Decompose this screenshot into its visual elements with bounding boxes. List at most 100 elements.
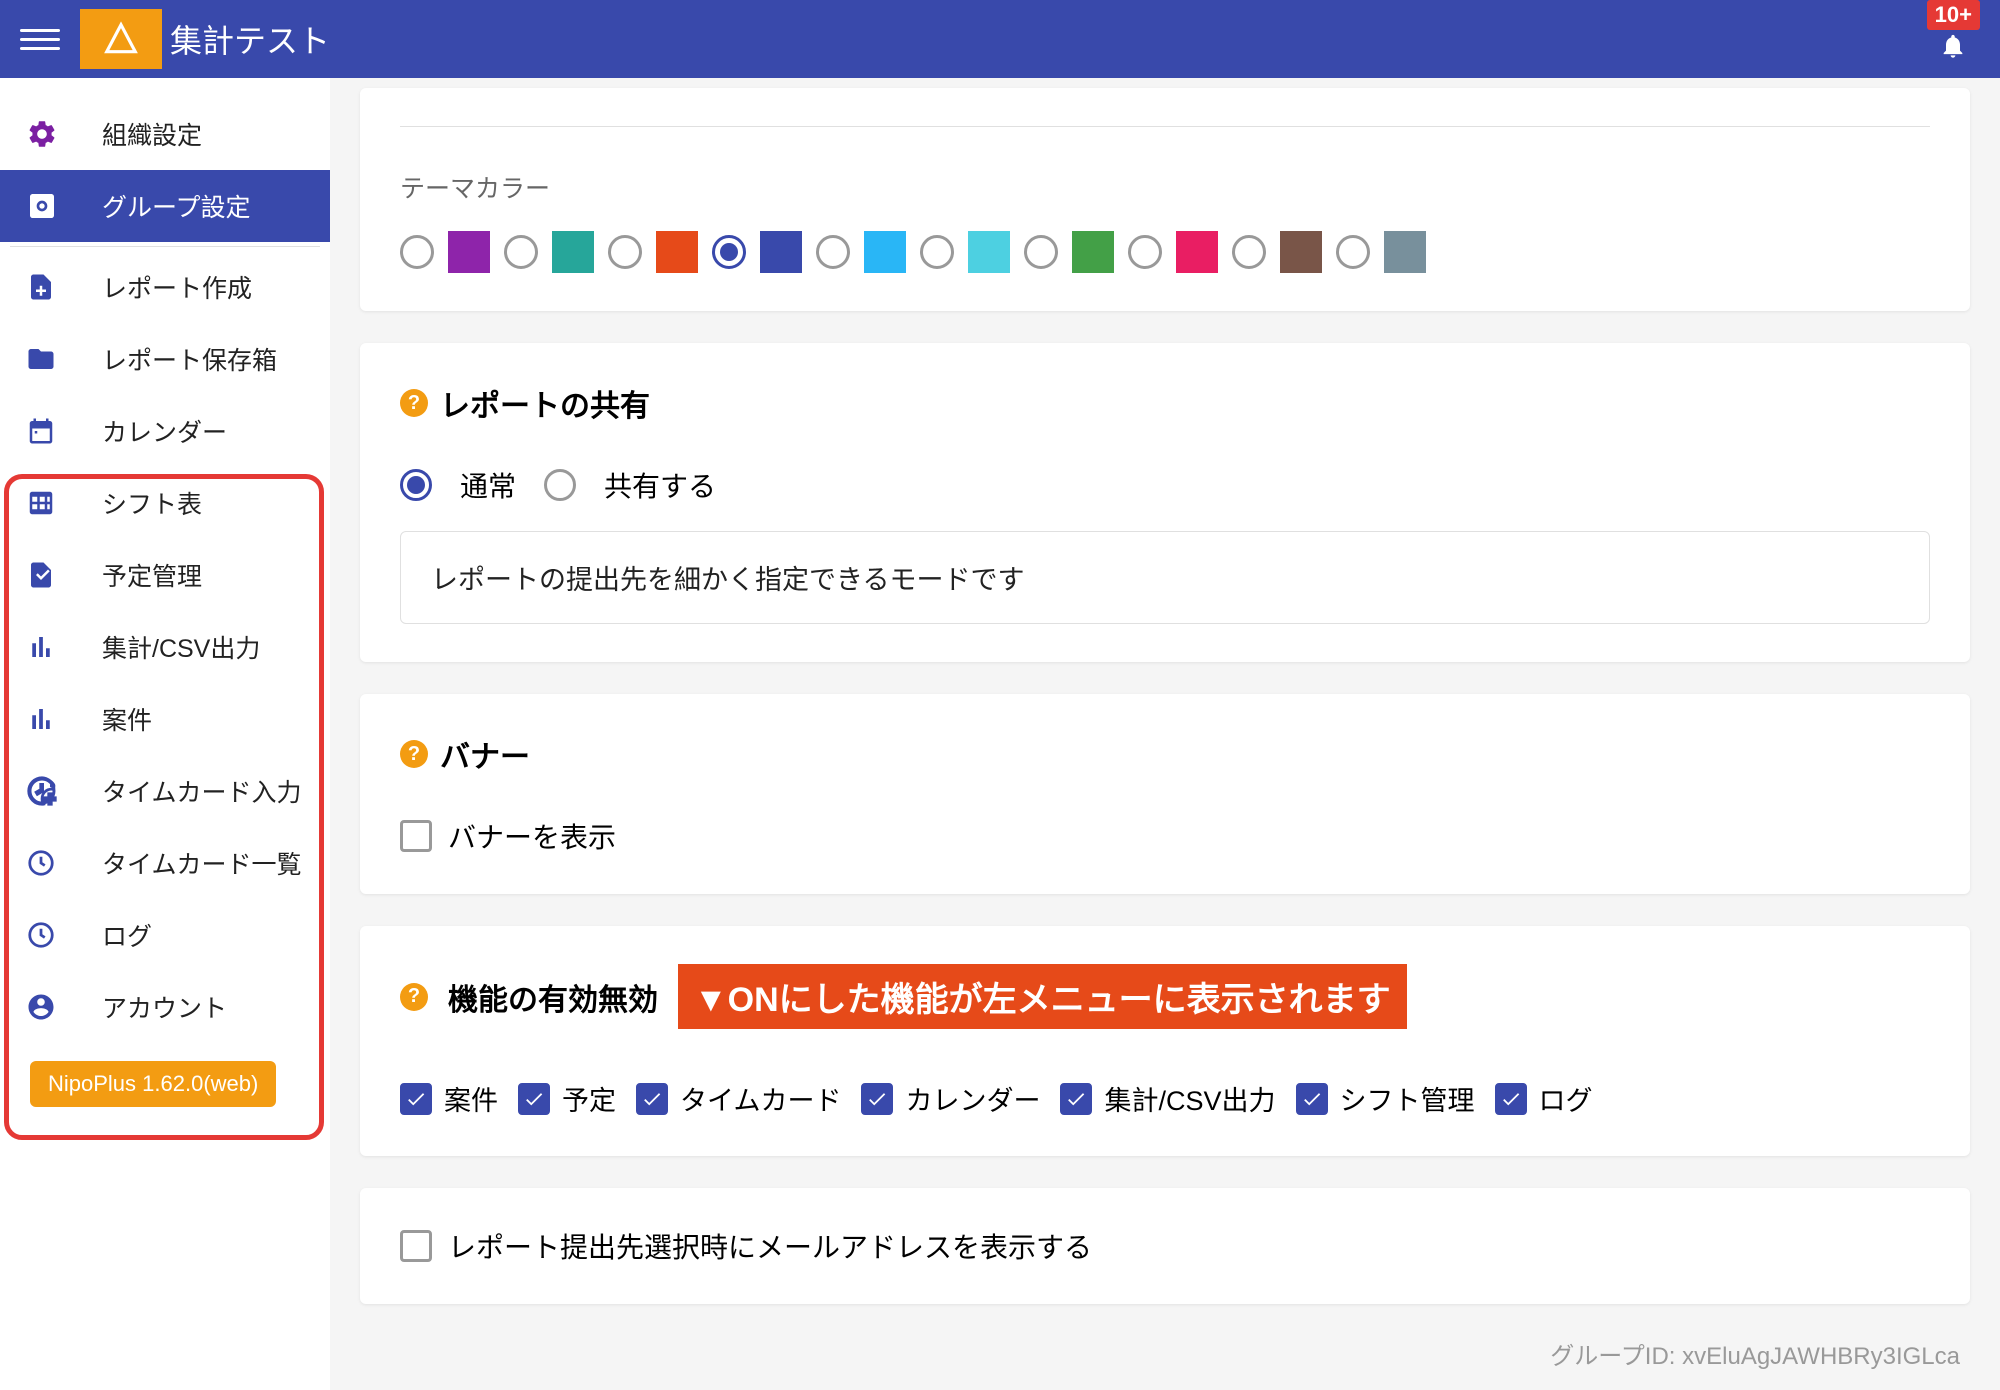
help-icon[interactable]: ? [400,740,428,768]
page-title: 集計テスト [170,16,330,62]
sidebar-item-label: 集計/CSV出力 [102,629,260,665]
feature-checkbox-label: 予定 [562,1079,616,1118]
color-radio[interactable] [920,235,954,269]
app-header: 集計テスト 10+ [0,0,2000,78]
feature-checkbox[interactable] [518,1083,550,1115]
color-swatch[interactable] [1072,231,1114,273]
color-radio[interactable] [1128,235,1162,269]
color-picker-row [400,231,1930,273]
sidebar-item-log[interactable]: ログ [0,899,330,971]
color-swatch[interactable] [1176,231,1218,273]
color-swatch[interactable] [1384,231,1426,273]
radio-normal-label: 通常 [460,465,516,505]
sidebar-item-org-settings[interactable]: 組織設定 [0,98,330,170]
email-checkbox-row: レポート提出先選択時にメールアドレスを表示する [400,1226,1930,1266]
help-icon[interactable]: ? [400,389,428,417]
banner-checkbox-label: バナーを表示 [448,816,616,856]
color-radio[interactable] [504,235,538,269]
color-swatch[interactable] [448,231,490,273]
sidebar-item-label: レポート保存箱 [102,341,277,377]
sidebar-item-csv[interactable]: 集計/CSV出力 [0,611,330,683]
feature-checkbox-label: 案件 [444,1079,498,1118]
main-content: テーマカラー ? レポートの共有 通常 共有する レポートの提出先を細かく指定で… [330,78,2000,1390]
theme-label: テーマカラー [400,169,1930,205]
color-swatch[interactable] [1280,231,1322,273]
sidebar-item-label: グループ設定 [102,188,251,224]
color-swatch[interactable] [552,231,594,273]
user-icon [26,992,70,1022]
gear-icon [26,118,70,150]
clock-icon [26,920,70,950]
radio-normal[interactable] [400,469,432,501]
color-swatch[interactable] [864,231,906,273]
folder-icon [26,344,70,374]
feature-checkbox[interactable] [400,1083,432,1115]
sidebar: 組織設定 グループ設定 レポート作成 レポート保存箱 カレンダー [0,78,330,1390]
feature-check-item: タイムカード [636,1079,841,1118]
sidebar-item-timecard-list[interactable]: タイムカード一覧 [0,827,330,899]
color-swatch[interactable] [656,231,698,273]
sidebar-item-timecard-in[interactable]: タイムカード入力 [0,755,330,827]
features-header: ? 機能の有効無効 ▼ONにした機能が左メニューに表示されます [400,964,1930,1029]
notifications[interactable]: 10+ [1927,0,1980,60]
email-checkbox[interactable] [400,1230,432,1262]
app-logo[interactable] [80,9,162,69]
color-radio[interactable] [608,235,642,269]
features-banner: ▼ONにした機能が左メニューに表示されます [678,964,1407,1029]
feature-checkbox[interactable] [1060,1083,1092,1115]
color-radio[interactable] [816,235,850,269]
clock-icon [26,848,70,878]
sidebar-item-project[interactable]: 案件 [0,683,330,755]
features-title: 機能の有効無効 [448,975,658,1019]
color-radio[interactable] [400,235,434,269]
feature-checkbox[interactable] [1495,1083,1527,1115]
sidebar-item-label: 案件 [102,701,152,737]
color-swatch[interactable] [760,231,802,273]
feature-check-item: カレンダー [861,1079,1040,1118]
sidebar-item-label: タイムカード一覧 [102,845,302,881]
menu-icon[interactable] [20,19,60,59]
share-card: ? レポートの共有 通常 共有する レポートの提出先を細かく指定できるモードです [360,343,1970,662]
feature-checkbox[interactable] [1296,1083,1328,1115]
banner-card: ? バナー バナーを表示 [360,694,1970,894]
feature-checkbox-label: シフト管理 [1340,1079,1475,1118]
sidebar-item-account[interactable]: アカウント [0,971,330,1043]
color-radio[interactable] [712,235,746,269]
sidebar-item-label: アカウント [102,989,227,1025]
sidebar-item-group-settings[interactable]: グループ設定 [0,170,330,242]
banner-title: ? バナー [400,732,1930,776]
banner-checkbox[interactable] [400,820,432,852]
features-card: ? 機能の有効無効 ▼ONにした機能が左メニューに表示されます 案件 予定 タイムカ… [360,926,1970,1156]
feature-checkbox[interactable] [636,1083,668,1115]
color-radio[interactable] [1336,235,1370,269]
color-radio[interactable] [1232,235,1266,269]
feature-check-item: ログ [1495,1079,1593,1118]
file-plus-icon [26,272,70,302]
banner-checkbox-row: バナーを表示 [400,816,1930,856]
feature-checkbox[interactable] [861,1083,893,1115]
bell-icon [1939,32,1967,60]
sidebar-item-label: タイムカード入力 [102,773,302,809]
sidebar-item-calendar[interactable]: カレンダー [0,395,330,467]
color-radio[interactable] [1024,235,1058,269]
calendar-icon [26,416,70,446]
feature-checkbox-label: タイムカード [680,1079,841,1118]
check-file-icon [26,560,70,590]
sidebar-item-shift[interactable]: シフト表 [0,467,330,539]
feature-checkbox-label: カレンダー [905,1079,1040,1118]
sidebar-item-report-create[interactable]: レポート作成 [0,251,330,323]
sidebar-item-schedule[interactable]: 予定管理 [0,539,330,611]
sidebar-item-label: 予定管理 [102,557,202,593]
color-swatch[interactable] [968,231,1010,273]
sidebar-item-label: 組織設定 [102,116,202,152]
sidebar-item-report-archive[interactable]: レポート保存箱 [0,323,330,395]
clock-plus-icon [26,775,70,807]
table-icon [26,488,70,518]
share-title: ? レポートの共有 [400,381,1930,425]
sidebar-item-label: カレンダー [102,413,227,449]
help-icon[interactable]: ? [400,983,428,1011]
radio-share[interactable] [544,469,576,501]
notification-badge: 10+ [1927,0,1980,30]
sidebar-item-label: ログ [102,917,152,953]
feature-check-item: シフト管理 [1296,1079,1475,1118]
